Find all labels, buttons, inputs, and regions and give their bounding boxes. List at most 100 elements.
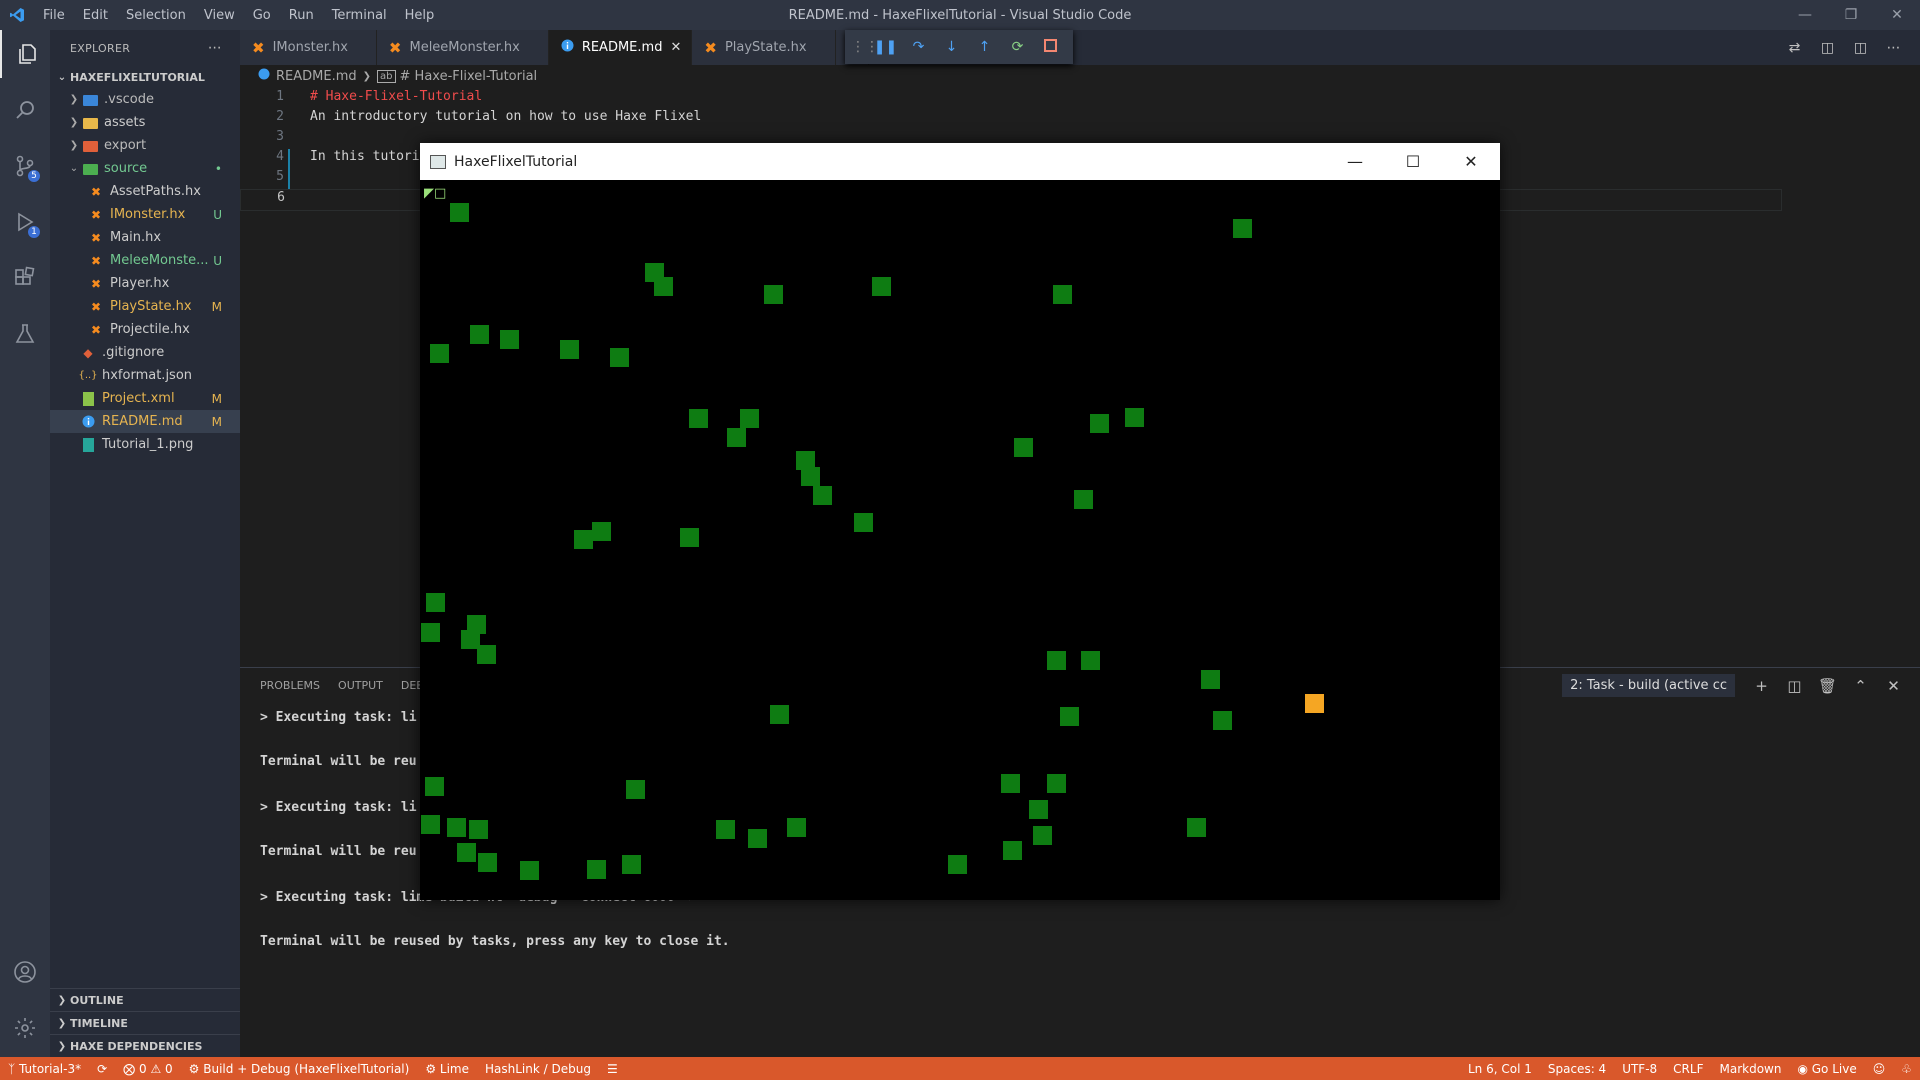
lime-status[interactable]: ⚙ Lime	[417, 1062, 477, 1076]
sync-icon[interactable]: ⟳	[89, 1062, 115, 1076]
eol-status[interactable]: CRLF	[1665, 1062, 1711, 1076]
menu-view[interactable]: View	[195, 8, 244, 23]
step-out-icon[interactable]: ↑	[968, 39, 1001, 55]
problems-status[interactable]: ⨂ 0 ⚠ 0	[115, 1062, 181, 1076]
tree-folder-assets[interactable]: ❯ assets	[50, 111, 240, 134]
tree-file-projectxml[interactable]: Project.xml M	[50, 387, 240, 410]
restore-icon[interactable]: ❐	[1828, 0, 1874, 30]
split-editor-icon[interactable]: ◫	[1844, 40, 1877, 56]
tree-file-hxformat[interactable]: {..} hxformat.json	[50, 364, 240, 387]
account-icon[interactable]	[0, 948, 50, 996]
tree-file-readme[interactable]: README.md M	[50, 410, 240, 433]
menu-selection[interactable]: Selection	[117, 8, 195, 23]
close-tab-icon[interactable]: ✕	[670, 40, 681, 55]
tree-folder-vscode[interactable]: ❯ .vscode	[50, 88, 240, 111]
run-debug-icon[interactable]: 1	[0, 198, 50, 246]
monster-sprite	[560, 340, 579, 359]
game-canvas[interactable]: ◤□	[420, 180, 1500, 900]
cursor-position[interactable]: Ln 6, Col 1	[1460, 1062, 1540, 1076]
close-icon[interactable]: ✕	[1442, 143, 1500, 180]
chevron-right-icon: ❯	[69, 94, 79, 105]
drag-handle-icon[interactable]: ⋮⋮	[851, 39, 879, 55]
go-live-button[interactable]: ◉ Go Live	[1789, 1062, 1864, 1076]
list-icon[interactable]: ☰	[599, 1062, 626, 1076]
explorer-icon[interactable]	[0, 30, 52, 78]
tree-file-gitignore[interactable]: ◆ .gitignore	[50, 341, 240, 364]
menu-edit[interactable]: Edit	[74, 8, 117, 23]
breadcrumb-symbol[interactable]: # Haxe-Flixel-Tutorial	[400, 69, 538, 84]
panel-tab-problems[interactable]: PROBLEMS	[260, 679, 320, 692]
game-window-titlebar[interactable]: HaxeFlixelTutorial — ☐ ✕	[420, 143, 1500, 180]
project-folder-header[interactable]: ⌄ HAXEFLIXELTUTORIAL	[50, 66, 240, 88]
menu-terminal[interactable]: Terminal	[323, 8, 396, 23]
tree-file-tutorial-png[interactable]: Tutorial_1.png	[50, 433, 240, 456]
tree-file-meleemonster[interactable]: ✖ MeleeMonste... U	[50, 249, 240, 272]
chevron-down-icon: ⌄	[57, 71, 67, 83]
trash-icon[interactable]: 🗑	[1811, 677, 1844, 695]
more-actions-icon[interactable]: ⋯	[208, 40, 222, 56]
language-status[interactable]: Markdown	[1711, 1062, 1789, 1076]
breadcrumb-file[interactable]: README.md	[276, 69, 357, 84]
panel-tab-output[interactable]: OUTPUT	[338, 679, 383, 692]
menu-go[interactable]: Go	[244, 8, 280, 23]
minimize-icon[interactable]: —	[1782, 0, 1828, 30]
launch-config[interactable]: ⚙ Build + Debug (HaxeFlixelTutorial)	[181, 1062, 418, 1076]
tree-folder-source[interactable]: ⌄ source •	[50, 157, 240, 180]
tab-imonster[interactable]: ✖ IMonster.hx	[240, 30, 377, 65]
notifications-bell-icon[interactable]: ♧	[1893, 1062, 1920, 1076]
terminal-select[interactable]: 2: Task - build (active cc	[1562, 674, 1735, 697]
tab-playstate[interactable]: ✖ PlayState.hx	[692, 30, 836, 65]
add-terminal-icon[interactable]: +	[1745, 677, 1778, 695]
branch-status[interactable]: ᛉ Tutorial-3*	[0, 1062, 89, 1076]
tree-file-projectile[interactable]: ✖ Projectile.hx	[50, 318, 240, 341]
outline-section[interactable]: ❯ OUTLINE	[50, 988, 240, 1011]
monster-sprite	[1233, 219, 1252, 238]
monster-sprite	[1029, 800, 1048, 819]
section-label: TIMELINE	[70, 1016, 128, 1030]
close-panel-icon[interactable]: ✕	[1877, 677, 1910, 695]
monster-sprite	[1081, 651, 1100, 670]
step-over-icon[interactable]: ↷	[902, 39, 935, 55]
folder-icon	[82, 115, 98, 131]
testing-icon[interactable]	[0, 310, 50, 358]
settings-gear-icon[interactable]	[0, 1004, 50, 1052]
search-icon[interactable]	[0, 86, 50, 134]
indentation-status[interactable]: Spaces: 4	[1540, 1062, 1614, 1076]
haxe-dependencies-section[interactable]: ❯ HAXE DEPENDENCIES	[50, 1034, 240, 1057]
chevron-up-icon[interactable]: ⌃	[1844, 677, 1877, 695]
go-live-label: Go Live	[1811, 1061, 1857, 1076]
image-file-icon	[80, 437, 96, 453]
step-into-icon[interactable]: ↓	[935, 39, 968, 55]
tab-readme[interactable]: README.md ✕	[548, 30, 693, 65]
section-label: OUTLINE	[70, 993, 124, 1007]
explorer-sidebar: EXPLORER ⋯ ⌄ HAXEFLIXELTUTORIAL ❯ .vscod…	[50, 30, 240, 1057]
tree-file-player[interactable]: ✖ Player.hx	[50, 272, 240, 295]
timeline-section[interactable]: ❯ TIMELINE	[50, 1011, 240, 1034]
source-control-icon[interactable]: 5	[0, 142, 50, 190]
restart-icon[interactable]: ⟳	[1001, 39, 1034, 55]
tree-file-assetpaths[interactable]: ✖ AssetPaths.hx	[50, 180, 240, 203]
tree-file-imonster[interactable]: ✖ IMonster.hx U	[50, 203, 240, 226]
tree-folder-export[interactable]: ❯ export	[50, 134, 240, 157]
stop-icon[interactable]	[1034, 38, 1067, 56]
feedback-icon[interactable]: ☺	[1865, 1062, 1894, 1076]
encoding-status[interactable]: UTF-8	[1614, 1062, 1665, 1076]
menu-file[interactable]: File	[34, 8, 74, 23]
menu-run[interactable]: Run	[280, 8, 323, 23]
game-window: HaxeFlixelTutorial — ☐ ✕ ◤□	[420, 143, 1500, 900]
extensions-icon[interactable]	[0, 254, 50, 302]
open-changes-icon[interactable]: ⇄	[1778, 40, 1811, 56]
vscode-logo-icon	[0, 7, 34, 23]
minimize-icon[interactable]: —	[1326, 143, 1384, 180]
maximize-icon[interactable]: ☐	[1384, 143, 1442, 180]
open-preview-icon[interactable]: ◫	[1811, 40, 1844, 56]
pause-icon[interactable]: ❚❚	[869, 39, 902, 55]
menu-help[interactable]: Help	[396, 8, 444, 23]
tree-file-playstate[interactable]: ✖ PlayState.hx M	[50, 295, 240, 318]
close-icon[interactable]: ✕	[1874, 0, 1920, 30]
target-status[interactable]: HashLink / Debug	[477, 1062, 599, 1076]
tab-meleemonster[interactable]: ✖ MeleeMonster.hx	[376, 30, 549, 65]
tree-file-main[interactable]: ✖ Main.hx	[50, 226, 240, 249]
more-actions-icon[interactable]: ⋯	[1877, 40, 1910, 56]
split-terminal-icon[interactable]: ◫	[1778, 677, 1811, 695]
